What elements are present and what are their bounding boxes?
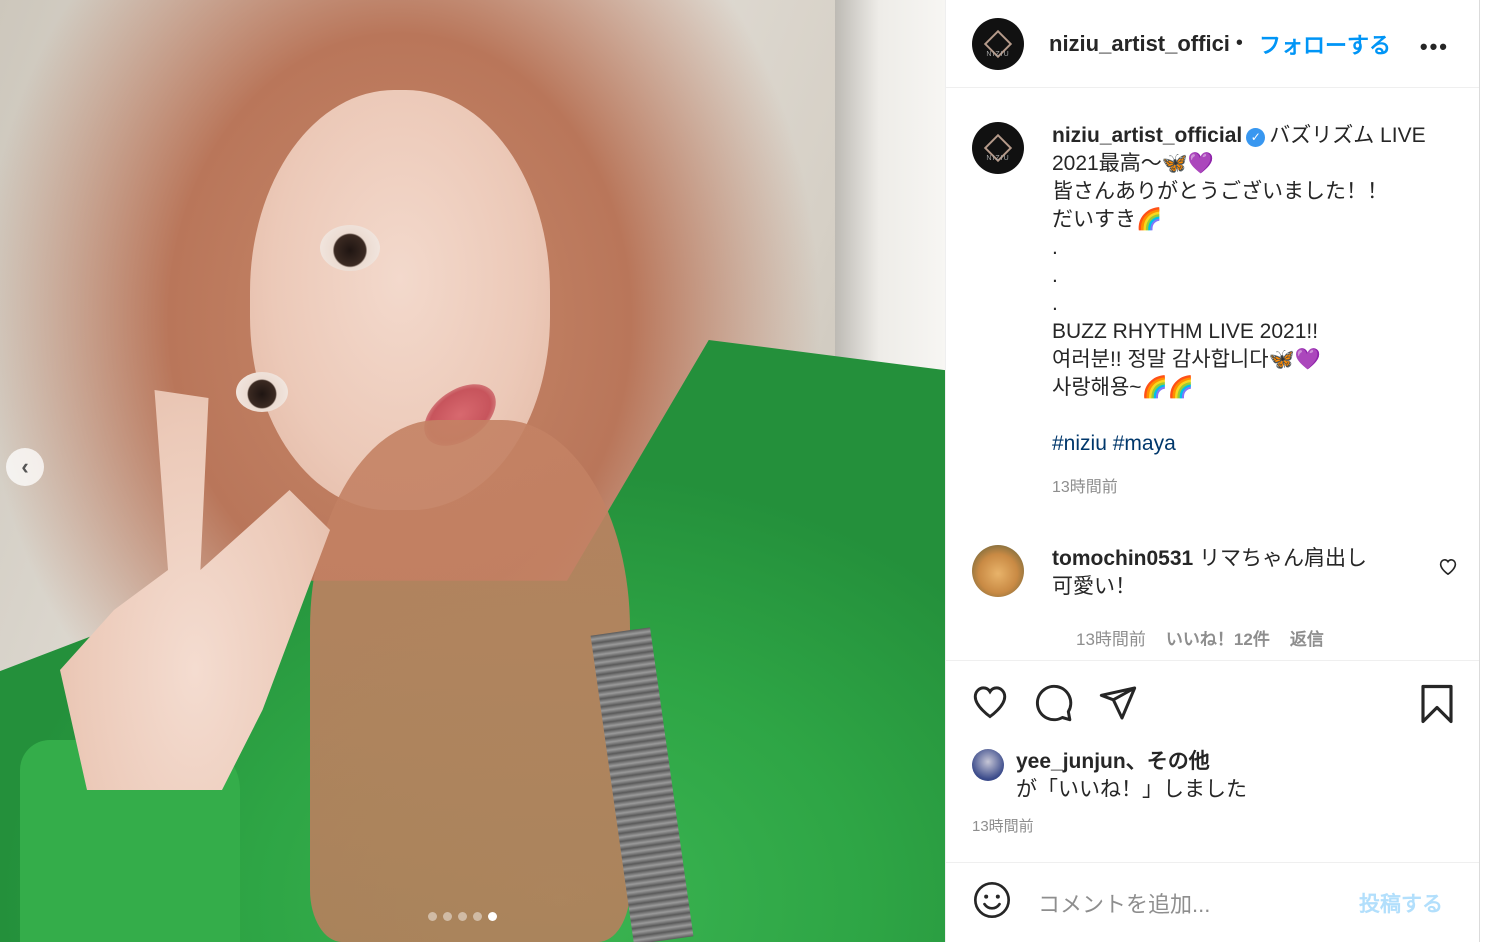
caption-text: . [1052, 292, 1058, 315]
post-side-panel: NIZIU niziu_artist_offici • フォローする ••• N… [945, 0, 1480, 942]
hashtag-link[interactable]: #niziu [1052, 432, 1107, 455]
comment-timestamp: 13時間前 [1076, 630, 1146, 649]
caption-username[interactable]: niziu_artist_official [1052, 124, 1242, 147]
follow-button[interactable]: フォローする [1259, 28, 1391, 60]
emoji-smiley-icon[interactable] [972, 880, 1012, 925]
post-caption: NIZIU niziu_artist_official ✓ バズリズム LIVE 2… [972, 122, 1462, 502]
photo-eye [236, 372, 288, 412]
likes-text: yee_junjun、その他 が「いいね！」しました [1016, 748, 1247, 804]
likes-summary: yee_junjun、その他 が「いいね！」しました [972, 748, 1247, 804]
caption-text [1052, 402, 1426, 430]
caption-text: . [1052, 264, 1058, 287]
caption-text: 2021最高〜🦋💜 [1052, 152, 1215, 175]
comment-meta: 13時間前 いいね！12件 返信 [1076, 625, 1324, 650]
post-timestamp: 13時間前 [972, 818, 1034, 835]
comment-username[interactable]: tomochin0531 [1052, 547, 1193, 570]
comment-item: tomochin0531 リマちゃん肩出し 可愛い！ 13時間前 いいね！12件… [972, 545, 1462, 649]
post-header: NIZIU niziu_artist_offici • フォローする ••• [946, 0, 1479, 88]
comment-likes-count[interactable]: いいね！12件 [1166, 625, 1270, 650]
post-comment-button[interactable]: 投稿する [1359, 888, 1443, 918]
carousel-dot [443, 912, 452, 921]
likes-others-link[interactable]: 、その他 [1126, 750, 1210, 773]
carousel-dots [428, 912, 497, 921]
share-paper-plane-icon[interactable] [1098, 683, 1138, 728]
comment-bubble-icon[interactable] [1034, 683, 1074, 728]
caption-text: バズリズム LIVE [1269, 124, 1426, 147]
add-comment-bar: コメントを追加... 投稿する [946, 862, 1479, 942]
verified-badge-icon: ✓ [1246, 128, 1266, 147]
comment-reply-button[interactable]: 返信 [1290, 625, 1324, 650]
account-avatar[interactable]: NIZIU [972, 17, 1024, 70]
header-username[interactable]: niziu_artist_offici [1049, 31, 1230, 57]
commenter-avatar[interactable] [972, 545, 1024, 597]
logo-text: NIZIU [986, 155, 1010, 162]
caption-body: niziu_artist_official ✓ バズリズム LIVE 2021最高〜… [1052, 122, 1426, 502]
caption-timestamp: 13時間前 [1052, 479, 1118, 496]
chevron-left-icon: ‹ [21, 454, 29, 479]
like-heart-icon[interactable] [970, 683, 1010, 724]
post-photo[interactable]: ‹ [0, 0, 945, 942]
save-bookmark-icon[interactable] [1418, 683, 1456, 730]
comment-text: リマちゃん肩出し [1199, 547, 1368, 570]
caption-text: 皆さんありがとうございました！！ [1052, 180, 1388, 203]
comment-like-heart-icon[interactable] [1438, 557, 1458, 581]
likes-suffix: が「いいね！」しました [1016, 778, 1247, 801]
carousel-dot [473, 912, 482, 921]
logo-text: NIZIU [986, 50, 1010, 58]
caption-text: BUZZ RHYTHM LIVE 2021!! [1052, 320, 1319, 343]
comment-input[interactable]: コメントを追加... [1038, 887, 1359, 919]
carousel-dot-active [488, 912, 497, 921]
caption-avatar[interactable]: NIZIU [972, 122, 1024, 174]
caption-text: 여러분!! 정말 감사합니다🦋💜 [1052, 348, 1321, 371]
carousel-dot [458, 912, 467, 921]
liker-avatar[interactable] [972, 749, 1004, 781]
hashtag-link[interactable]: #maya [1113, 432, 1176, 455]
caption-text: 사랑해용~🌈🌈 [1052, 376, 1194, 399]
caption-text: だいすき🌈 [1052, 208, 1163, 231]
header-separator: • [1235, 32, 1243, 54]
comment-text: 可愛い！ [1052, 575, 1136, 598]
caption-hashtags: #niziu #maya [1052, 430, 1426, 458]
caption-text: . [1052, 236, 1058, 259]
comment-body: tomochin0531 リマちゃん肩出し 可愛い！ [1052, 545, 1412, 601]
photo-eye [320, 225, 380, 271]
caption-first-line: niziu_artist_official ✓ バズリズム LIVE [1052, 122, 1426, 150]
instagram-post-view: ‹ NIZIU niziu_artist_offici • フォローする •••… [0, 0, 1490, 942]
liker-username[interactable]: yee_junjun [1016, 750, 1126, 773]
carousel-prev-button[interactable]: ‹ [6, 448, 44, 486]
carousel-dot [428, 912, 437, 921]
more-options-icon[interactable]: ••• [1420, 34, 1449, 60]
post-actions-bar [946, 660, 1479, 750]
photo-hair-lower [310, 420, 630, 942]
